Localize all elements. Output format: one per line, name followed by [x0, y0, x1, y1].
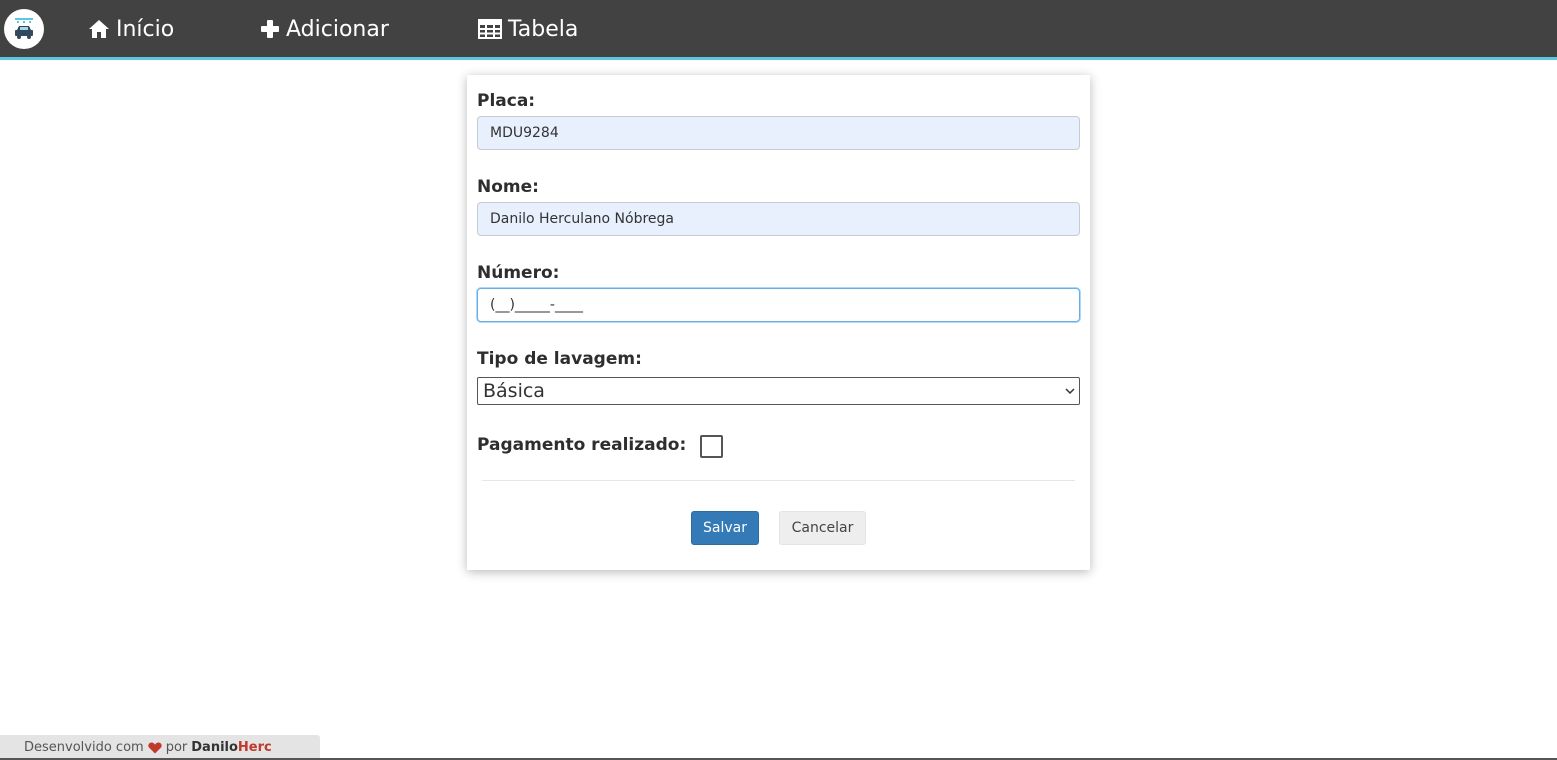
form-card: Placa: Nome: Número: Tipo de lavagem: Bá… [467, 75, 1090, 570]
pagamento-label: Pagamento realizado: [477, 435, 687, 455]
chevron-down-icon [1065, 388, 1075, 395]
nav-tabela[interactable]: Tabela [478, 13, 578, 45]
footer-author-main: Danilo [191, 740, 238, 755]
tipo-lavagem-label: Tipo de lavagem: [477, 349, 642, 369]
pagamento-checkbox[interactable] [700, 435, 723, 458]
footer-prefix: Desenvolvido com [24, 740, 144, 755]
nav-adicionar-label: Adicionar [286, 16, 389, 42]
divider [482, 480, 1075, 481]
footer-author-accent: Herc [237, 740, 272, 755]
nav-inicio-label: Início [116, 16, 175, 42]
plus-icon [261, 20, 279, 38]
footer-credit: Desenvolvido com por Danilo Herc [0, 735, 320, 760]
nome-label: Nome: [477, 177, 539, 197]
table-icon [478, 19, 502, 39]
top-navbar: Início Adicionar Tabela [0, 0, 1557, 60]
car-wash-logo-icon[interactable] [4, 9, 44, 49]
save-button[interactable]: Salvar [691, 511, 759, 545]
nav-tabela-label: Tabela [508, 16, 579, 42]
footer-por: por [165, 740, 188, 755]
tipo-lavagem-selected: Básica [483, 380, 545, 402]
tipo-lavagem-select[interactable]: Básica [477, 377, 1080, 405]
nav-adicionar[interactable]: Adicionar [260, 13, 389, 45]
nome-input[interactable] [477, 202, 1080, 236]
cancel-button[interactable]: Cancelar [779, 511, 866, 545]
numero-label: Número: [477, 263, 560, 283]
numero-input[interactable] [477, 288, 1080, 322]
placa-input[interactable] [477, 116, 1080, 150]
nav-inicio[interactable]: Início [88, 13, 174, 45]
heart-icon [148, 742, 162, 754]
home-icon [89, 20, 109, 38]
placa-label: Placa: [477, 91, 536, 111]
